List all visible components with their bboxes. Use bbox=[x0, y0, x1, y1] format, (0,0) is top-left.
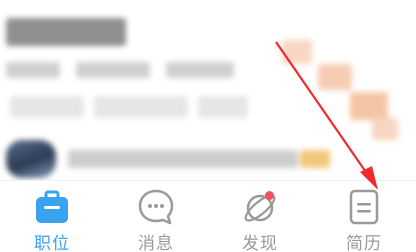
tab-discover[interactable]: 发现 bbox=[208, 181, 312, 252]
planet-icon bbox=[240, 187, 280, 227]
blurred-chip bbox=[94, 96, 188, 118]
blurred-job-card[interactable] bbox=[0, 0, 416, 180]
blurred-badge bbox=[300, 150, 330, 168]
blurred-tag bbox=[166, 62, 234, 78]
blurred-job-title bbox=[6, 18, 126, 46]
chat-bubble-icon bbox=[136, 187, 176, 227]
tab-label-jobs: 职位 bbox=[34, 234, 70, 252]
briefcase-icon bbox=[32, 187, 72, 227]
blurred-company-logo bbox=[6, 140, 56, 178]
blurred-tag bbox=[6, 62, 60, 78]
tab-resume[interactable]: 简历 bbox=[312, 181, 416, 252]
resume-icon bbox=[344, 187, 384, 227]
blurred-chip bbox=[198, 96, 248, 118]
tab-label-resume: 简历 bbox=[346, 234, 382, 252]
app-screen: 职位 消息 发现 简历 bbox=[0, 0, 416, 252]
bottom-tab-bar: 职位 消息 发现 简历 bbox=[0, 180, 416, 252]
tab-label-messages: 消息 bbox=[138, 234, 174, 252]
blurred-salary bbox=[282, 40, 312, 64]
blurred-tag bbox=[76, 62, 150, 78]
blurred-salary bbox=[372, 118, 398, 140]
blurred-salary bbox=[318, 64, 352, 90]
tab-label-discover: 发现 bbox=[242, 234, 278, 252]
blurred-chip bbox=[10, 96, 84, 118]
tab-jobs[interactable]: 职位 bbox=[0, 181, 104, 252]
blurred-company-name bbox=[68, 150, 298, 168]
tab-messages[interactable]: 消息 bbox=[104, 181, 208, 252]
blurred-salary bbox=[350, 92, 388, 120]
notification-dot bbox=[265, 191, 274, 200]
